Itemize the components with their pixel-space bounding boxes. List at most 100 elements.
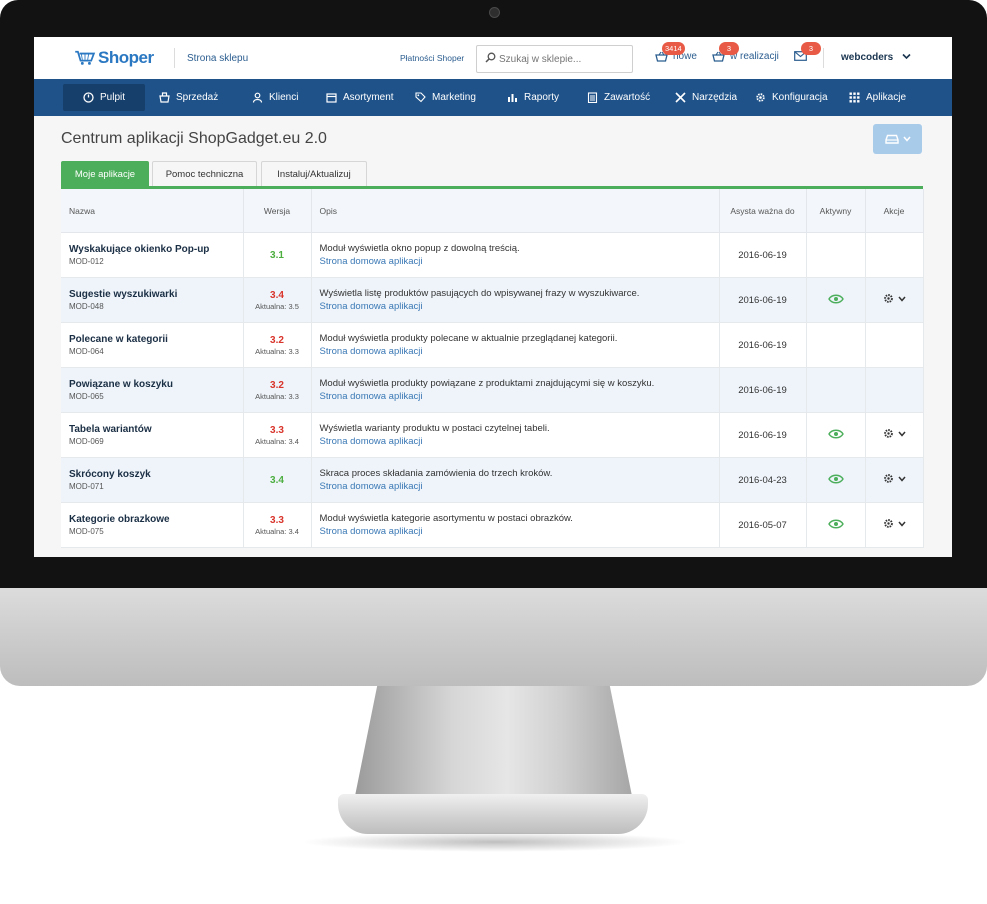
app-homepage-link[interactable]: Strona domowa aplikacji: [320, 526, 719, 537]
col-support-date[interactable]: Asysta ważna do: [719, 189, 807, 233]
chevron-down-icon: [897, 476, 906, 482]
description-cell: Moduł wyświetla okno popup z dowolną tre…: [311, 232, 720, 278]
box-icon: [326, 93, 337, 103]
top-bar: Shoper Strona sklepu Płatności Shoper 34…: [34, 37, 952, 80]
active-toggle[interactable]: [827, 474, 844, 487]
eye-icon: [827, 429, 844, 438]
app-homepage-link[interactable]: Strona domowa aplikacji: [320, 481, 719, 492]
app-homepage-link[interactable]: Strona domowa aplikacji: [320, 391, 719, 402]
eye-icon: [827, 474, 844, 483]
active-cell: [806, 322, 866, 368]
actions-menu-button[interactable]: [883, 293, 906, 304]
cart-icon: [159, 92, 170, 103]
active-cell: [806, 367, 866, 413]
monitor-foot: [338, 794, 648, 834]
tab-support[interactable]: Pomoc techniczna: [152, 161, 257, 187]
in-progress-link[interactable]: 3 w realizacji: [712, 42, 779, 62]
cart-logo-icon: [75, 50, 96, 65]
nav-item-marketing[interactable]: Marketing: [415, 79, 476, 116]
actions-cell: [865, 412, 924, 458]
actions-menu-button[interactable]: [883, 428, 906, 439]
store-link[interactable]: Strona sklepu: [187, 53, 248, 64]
app-name-cell: Wyskakujące okienko Pop-up MOD-012: [61, 232, 244, 278]
actions-menu-button[interactable]: [883, 518, 906, 529]
active-cell: [806, 457, 866, 503]
app-name-link[interactable]: Powiązane w koszyku: [69, 379, 243, 390]
actions-cell: [865, 367, 924, 413]
app-name-cell: Polecane w kategorii MOD-064: [61, 322, 244, 368]
app-code: MOD-064: [69, 347, 104, 356]
col-name[interactable]: Nazwa: [61, 189, 244, 233]
app-homepage-link[interactable]: Strona domowa aplikacji: [320, 436, 719, 447]
bar-chart-icon: [508, 94, 517, 102]
version-cell: 3.2 Aktualna: 3.3: [243, 322, 312, 368]
app-name-cell: Powiązane w koszyku MOD-065: [61, 367, 244, 413]
payments-link[interactable]: Płatności Shoper: [400, 53, 464, 63]
document-icon: [587, 92, 598, 103]
nav-item-asortyment[interactable]: Asortyment: [326, 79, 394, 116]
active-toggle[interactable]: [827, 519, 844, 532]
active-toggle[interactable]: [827, 294, 844, 307]
nav-item-aplikacje[interactable]: Aplikacje: [849, 79, 906, 116]
eye-icon: [827, 519, 844, 528]
app-code: MOD-071: [69, 482, 104, 491]
nav-item-konfiguracja[interactable]: Konfiguracja: [755, 79, 828, 116]
active-cell: [806, 277, 866, 323]
app-code: MOD-069: [69, 437, 104, 446]
nav-item-klienci[interactable]: Klienci: [252, 79, 298, 116]
col-active[interactable]: Aktywny: [806, 189, 866, 233]
support-date-cell: 2016-06-19: [719, 367, 807, 413]
app-name-link[interactable]: Skrócony koszyk: [69, 469, 243, 480]
nav-item-pulpit[interactable]: Pulpit: [63, 84, 145, 111]
app-code: MOD-048: [69, 302, 104, 311]
shoper-logo[interactable]: Shoper: [74, 48, 154, 68]
divider: [174, 48, 175, 68]
app-name-link[interactable]: Polecane w kategorii: [69, 334, 243, 345]
col-version[interactable]: Wersja: [243, 189, 312, 233]
nav-label: Marketing: [432, 92, 476, 103]
support-date: 2016-05-07: [738, 519, 787, 531]
nav-item-zawartosc[interactable]: Zawartość: [587, 79, 650, 116]
users-icon: [252, 92, 263, 103]
nav-item-raporty[interactable]: Raporty: [507, 79, 559, 116]
logo-text: Shoper: [98, 48, 154, 67]
new-orders-badge: 3414: [662, 42, 685, 55]
app-code: MOD-012: [69, 257, 104, 266]
page-title: Centrum aplikacji ShopGadget.eu 2.0: [61, 130, 327, 147]
version-value: 3.1: [270, 249, 284, 261]
search-box[interactable]: [476, 45, 633, 73]
app-description: Wyświetla listę produktów pasujących do …: [319, 288, 640, 299]
app-name-link[interactable]: Kategorie obrazkowe: [69, 514, 243, 525]
gear-icon: [756, 93, 765, 102]
dashboard-icon: [83, 92, 94, 103]
messages-link[interactable]: 3: [794, 42, 821, 61]
actions-menu-button[interactable]: [883, 473, 906, 484]
app-name-link[interactable]: Wyskakujące okienko Pop-up: [69, 244, 243, 255]
app-homepage-link[interactable]: Strona domowa aplikacji: [320, 301, 719, 312]
nav-item-sprzedaz[interactable]: Sprzedaż: [159, 79, 218, 116]
description-cell: Wyświetla warianty produktu w postaci cz…: [311, 412, 720, 458]
chevron-down-icon: [903, 136, 911, 142]
app-name-link[interactable]: Tabela wariantów: [69, 424, 243, 435]
tab-my-apps[interactable]: Moje aplikacje: [61, 161, 149, 187]
monitor-shadow: [300, 832, 690, 852]
description-cell: Moduł wyświetla produkty polecane w aktu…: [311, 322, 720, 368]
app-menu-button[interactable]: [873, 124, 922, 154]
new-orders-link[interactable]: 3414 nowe: [655, 42, 697, 62]
table-row: Wyskakujące okienko Pop-up MOD-012 3.1 Modu…: [61, 232, 924, 278]
nav-label: Narzędzia: [692, 92, 738, 103]
user-menu[interactable]: webcoders: [841, 52, 911, 63]
search-input[interactable]: [497, 50, 629, 68]
nav-item-narzedzia[interactable]: Narzędzia: [675, 79, 737, 116]
table-row: Tabela wariantów MOD-069 3.3 Aktualna: 3.4 W…: [61, 412, 924, 458]
eye-icon: [827, 294, 844, 303]
active-toggle[interactable]: [827, 429, 844, 442]
app-name-link[interactable]: Sugestie wyszukiwarki: [69, 289, 243, 300]
app-description: Wyświetla warianty produktu w postaci cz…: [319, 423, 550, 434]
app-homepage-link[interactable]: Strona domowa aplikacji: [320, 256, 719, 267]
app-homepage-link[interactable]: Strona domowa aplikacji: [320, 346, 719, 357]
tab-install-update[interactable]: Instaluj/Aktualizuj: [261, 161, 367, 187]
app-description: Moduł wyświetla kategorie asortymentu w …: [319, 513, 573, 524]
tag-icon: [415, 92, 426, 103]
user-name: webcoders: [841, 52, 894, 63]
